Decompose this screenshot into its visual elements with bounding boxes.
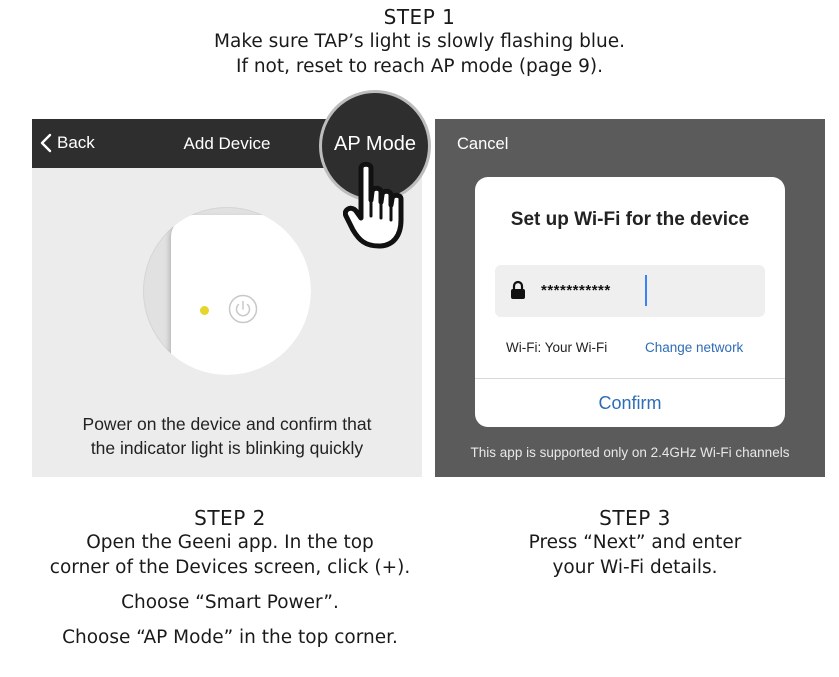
wifi-network-label: Wi-Fi: Your Wi-Fi [506,340,608,355]
wifi-dialog: Set up Wi-Fi for the device *********** … [475,177,785,427]
step1-title: STEP 1 [383,5,456,29]
instruction-text: Power on the device and confirm that the… [32,412,422,460]
step2-line4: Choose “AP Mode” in the top corner. [62,627,398,648]
text-caret [645,275,647,306]
pointing-hand-icon [343,161,404,249]
step2-line1: Open the Geeni app. In the top [86,532,374,553]
step3-line2: your Wi-Fi details. [552,557,718,578]
step2-line2: corner of the Devices screen, click (+). [49,557,411,578]
confirm-button[interactable]: Confirm [475,379,785,427]
wifi-setup-screen: Cancel Set up Wi-Fi for the device *****… [435,119,825,477]
support-note: This app is supported only on 2.4GHz Wi-… [470,445,790,460]
indicator-light [200,306,209,315]
password-value: *********** [541,282,611,299]
step1-line2: If not, reset to reach AP mode (page 9). [235,56,603,77]
dialog-title: Set up Wi-Fi for the device [510,209,750,230]
ap-mode-label: AP Mode [334,133,416,155]
change-network-link[interactable]: Change network [645,340,743,355]
step1-line1: Make sure TAP’s light is slowly flashing… [214,31,625,52]
step3-line1: Press “Next” and enter [528,532,742,553]
cancel-button[interactable]: Cancel [457,135,508,154]
device-illustration [143,207,311,375]
step2-section: STEP 2 Open the Geeni app. In the top co… [22,506,438,650]
step3-section: STEP 3 Press “Next” and enter your Wi-Fi… [430,506,839,580]
lock-icon [511,280,525,299]
step3-title: STEP 3 [599,506,671,530]
instruction-line1: Power on the device and confirm that [82,414,372,434]
instruction-line2: the indicator light is blinking quickly [90,438,364,458]
power-icon [228,294,258,324]
step1-header: STEP 1 Make sure TAP’s light is slowly f… [0,5,839,79]
password-field[interactable]: *********** [495,265,765,317]
step2-line3: Choose “Smart Power”. [121,592,339,613]
step2-title: STEP 2 [194,506,266,530]
